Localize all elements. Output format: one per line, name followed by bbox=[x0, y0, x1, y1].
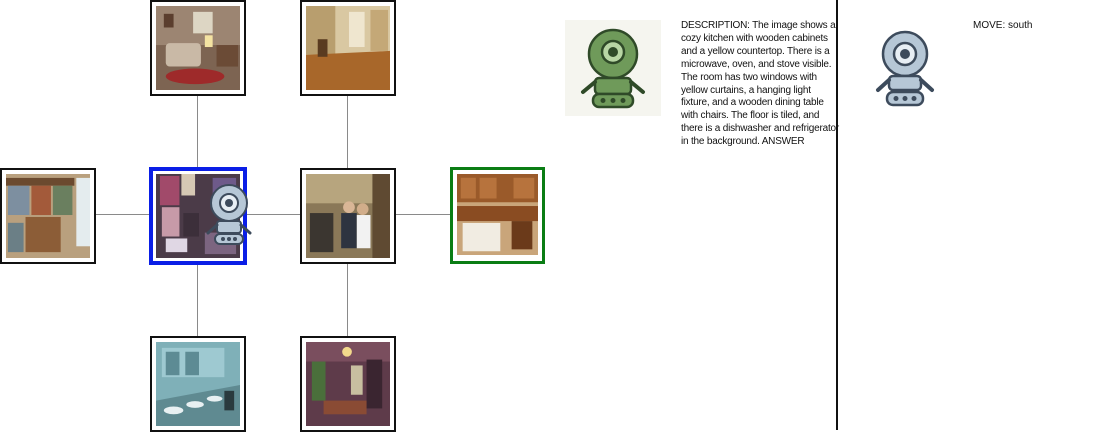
map-edge bbox=[395, 214, 451, 215]
map-edge bbox=[347, 262, 348, 338]
agent-avatar bbox=[565, 20, 661, 116]
room-node-closet[interactable] bbox=[0, 168, 96, 264]
room-node-dining-room[interactable] bbox=[300, 336, 396, 432]
people-room-image bbox=[306, 174, 390, 258]
room-node-people-room[interactable] bbox=[300, 168, 396, 264]
room-node-bathroom[interactable] bbox=[150, 336, 246, 432]
kitchen-image bbox=[457, 174, 538, 255]
map-edge bbox=[197, 94, 198, 170]
empty-room-image bbox=[306, 6, 390, 90]
robot-icon bbox=[581, 28, 645, 109]
map-edge bbox=[197, 262, 198, 338]
sitting-room-image bbox=[156, 6, 240, 90]
map-edge bbox=[94, 214, 150, 215]
closet-image bbox=[6, 174, 90, 258]
panel-divider bbox=[836, 0, 838, 430]
description-text: DESCRIPTION: The image shows a cozy kitc… bbox=[681, 20, 840, 148]
robot-icon bbox=[876, 30, 934, 107]
room-node-kitchen[interactable] bbox=[450, 167, 545, 264]
room-node-empty-room[interactable] bbox=[300, 0, 396, 96]
dining-room-image bbox=[306, 342, 390, 426]
robot-icon bbox=[206, 184, 252, 245]
move-label: MOVE: south bbox=[973, 20, 1033, 31]
room-node-sitting-room[interactable] bbox=[150, 0, 246, 96]
bathroom-image bbox=[156, 342, 240, 426]
map-edge bbox=[347, 94, 348, 170]
